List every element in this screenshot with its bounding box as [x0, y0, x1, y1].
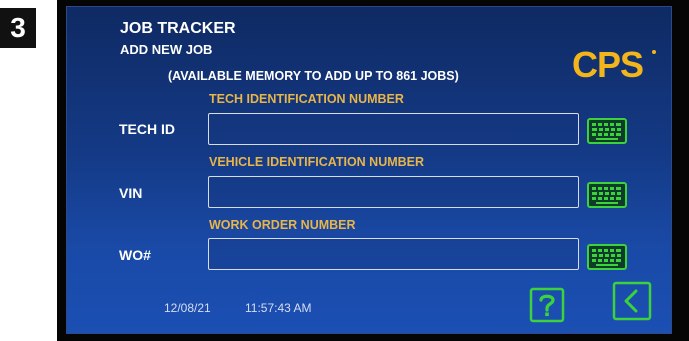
status-date: 12/08/21 — [164, 301, 211, 315]
page-title: JOB TRACKER — [120, 20, 236, 37]
vin-input[interactable] — [208, 176, 579, 208]
help-icon — [529, 287, 565, 323]
tech-id-section-label: TECH IDENTIFICATION NUMBER — [209, 92, 404, 106]
status-time: 11:57:43 AM — [245, 301, 312, 315]
vin-section-label: VEHICLE IDENTIFICATION NUMBER — [209, 155, 425, 169]
back-icon — [612, 281, 652, 321]
screen: JOB TRACKER ADD NEW JOB (AVAILABLE MEMOR… — [66, 6, 672, 334]
wo-keyboard-icon[interactable] — [587, 244, 627, 270]
vin-label: VIN — [119, 185, 143, 201]
back-button[interactable] — [612, 281, 652, 321]
cps-logo: CPS — [572, 43, 657, 85]
wo-input[interactable] — [208, 238, 579, 270]
tech-id-input[interactable] — [208, 113, 579, 145]
step-number-badge: 3 — [0, 8, 36, 48]
tech-id-keyboard-icon[interactable] — [587, 118, 627, 144]
vin-keyboard-icon[interactable] — [587, 182, 627, 208]
help-button[interactable] — [529, 287, 565, 323]
tech-id-label: TECH ID — [119, 121, 175, 137]
wo-section-label: WORK ORDER NUMBER — [209, 218, 356, 232]
page-subtitle: ADD NEW JOB — [120, 42, 213, 57]
wo-label: WO# — [119, 247, 151, 263]
memory-notice: (AVAILABLE MEMORY TO ADD UP TO 861 JOBS) — [168, 69, 459, 83]
cps-logo-text: CPS — [572, 44, 643, 85]
